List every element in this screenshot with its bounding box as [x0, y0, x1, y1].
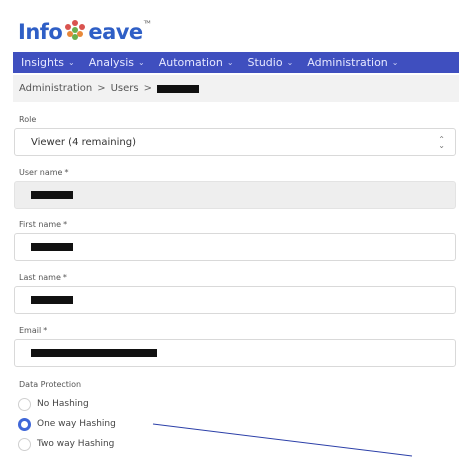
annotation-arrow-line — [152, 423, 413, 457]
